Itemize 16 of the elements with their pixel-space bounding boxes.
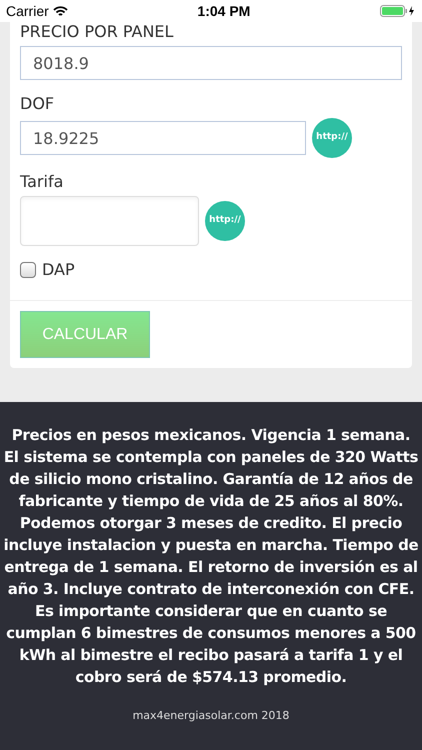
link-button[interactable]: http://: [205, 201, 245, 241]
field-label: Tarifa: [20, 172, 64, 192]
carrier-label: Carrier: [6, 2, 49, 20]
notice-text: Precios en pesos mexicanos. Vigencia 1 semana. El sistema se contempla con paneles de 320 Watts de silicio mono cristalino. Garantía de 12 años de fabricante y tiempo de vida de 25 años al 80%. Podemos otorgar 3 meses de credito. El precio incluye instalacion y puesta en marcha. Tiempo de entrega de 1 semana. El retorno de inversión es al año 3. Incluye contrato de interconexión con CFE. Es importante considerar que en cuanto se cumplan 6 bimestres de consumos menores a 500 kWh al bimestre el recibo pasará a tarifa 1 y el cobro será de $574.13 promedio.: [2, 425, 420, 688]
calculate-button[interactable]: CALCULAR: [20, 311, 150, 358]
checkbox-label: DAP: [42, 259, 75, 281]
battery-icon: [380, 5, 416, 17]
wifi-icon: [52, 6, 68, 16]
input-field[interactable]: 8018.9: [20, 46, 402, 80]
field-label: DOF: [20, 94, 56, 114]
footer-text: max4energiasolar.com 2018: [132, 708, 290, 724]
status-time: 1:04 PM: [197, 2, 250, 20]
input-field[interactable]: 18.9225: [20, 121, 306, 155]
checkbox[interactable]: [20, 262, 36, 278]
field-label: PRECIO POR PANEL: [20, 22, 174, 42]
link-button[interactable]: http://: [312, 118, 352, 158]
